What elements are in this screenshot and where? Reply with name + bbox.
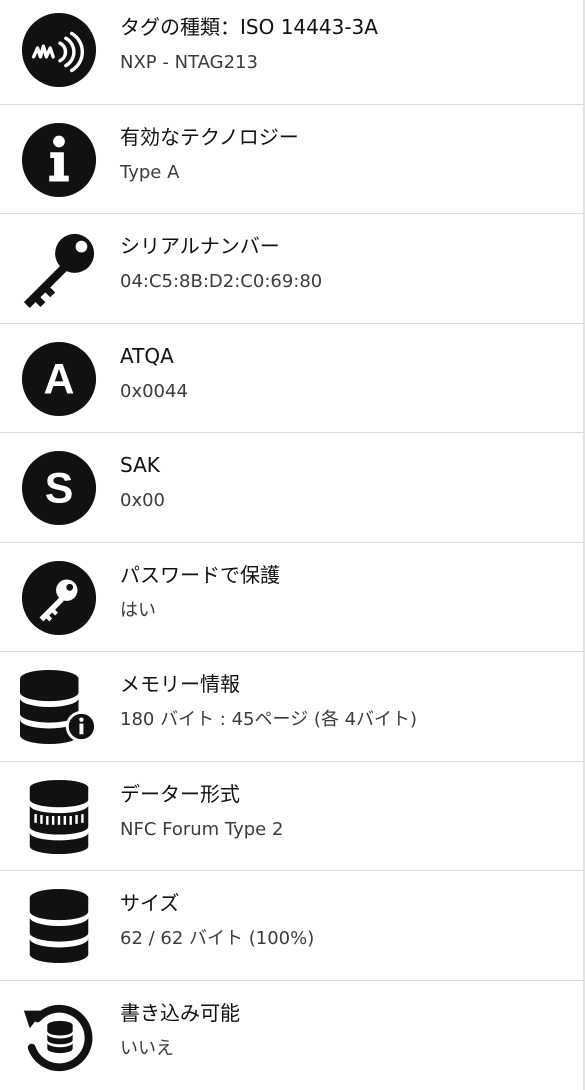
letter-s-icon: S <box>20 449 98 527</box>
row-value: Type A <box>120 160 179 186</box>
password-key-icon <box>20 559 98 637</box>
row-title: ATQA <box>120 342 174 370</box>
letter-a-icon: A <box>20 340 98 418</box>
row-value: 0x0044 <box>120 379 188 405</box>
data-format-icon <box>20 778 98 856</box>
row-value: 04:C5:8B:D2:C0:69:80 <box>120 269 322 295</box>
row-value: 0x00 <box>120 488 165 514</box>
row-technologies: 有効なテクノロジー Type A <box>0 105 583 215</box>
svg-text:S: S <box>45 465 74 513</box>
row-sak: S SAK 0x00 <box>0 433 583 543</box>
info-icon <box>20 121 98 199</box>
row-title: パスワードで保護 <box>120 561 280 589</box>
row-value: いいえ <box>120 1036 174 1062</box>
row-serial-number: シリアルナンバー 04:C5:8B:D2:C0:69:80 <box>0 214 583 324</box>
svg-text:A: A <box>44 355 75 403</box>
nfc-tag-icon <box>20 11 98 89</box>
row-title: タグの種類：ISO 14443-3A <box>120 13 378 41</box>
tag-info-list: タグの種類：ISO 14443-3A NXP - NTAG213 有効なテクノロ… <box>0 0 585 1090</box>
row-value: NXP - NTAG213 <box>120 50 258 76</box>
row-tag-type: タグの種類：ISO 14443-3A NXP - NTAG213 <box>0 0 583 105</box>
size-database-icon <box>20 887 98 965</box>
row-title: メモリー情報 <box>120 670 240 698</box>
row-title: データー形式 <box>120 780 240 808</box>
row-size: サイズ 62 / 62 バイト (100%) <box>0 871 583 981</box>
key-icon <box>20 230 98 308</box>
row-title: 有効なテクノロジー <box>120 123 299 151</box>
row-title: シリアルナンバー <box>120 232 280 260</box>
row-password-protected: パスワードで保護 はい <box>0 543 583 653</box>
row-data-format: データー形式 NFC Forum Type 2 <box>0 762 583 872</box>
row-writable: 書き込み可能 いいえ <box>0 981 583 1090</box>
row-value: 62 / 62 バイト (100%) <box>120 926 314 952</box>
row-value: はい <box>120 598 156 624</box>
row-value: NFC Forum Type 2 <box>120 817 283 843</box>
row-title: 書き込み可能 <box>120 999 240 1027</box>
row-atqa: A ATQA 0x0044 <box>0 324 583 434</box>
writable-history-icon <box>20 997 98 1075</box>
row-memory-info: メモリー情報 180 バイト : 45ページ (各 4バイト) <box>0 652 583 762</box>
row-value: 180 バイト : 45ページ (各 4バイト) <box>120 707 417 733</box>
row-title: サイズ <box>120 889 179 917</box>
memory-info-icon <box>20 668 98 746</box>
row-title: SAK <box>120 451 160 479</box>
